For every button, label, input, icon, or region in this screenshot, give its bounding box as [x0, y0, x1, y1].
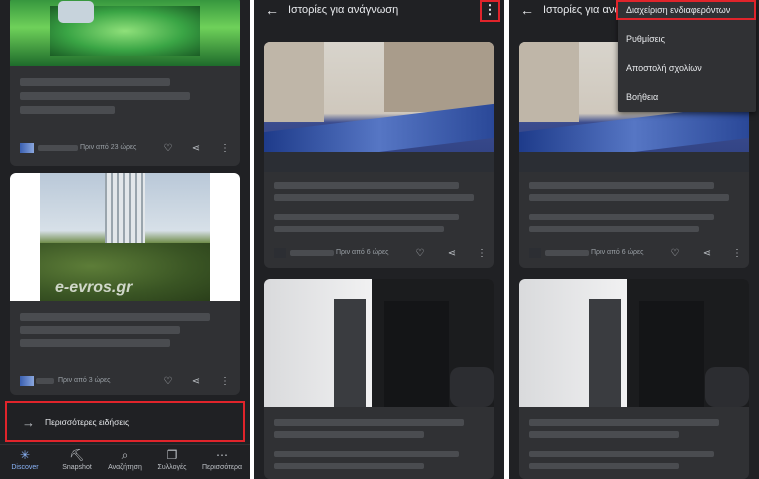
kebab-menu-icon[interactable]: ⋮ — [219, 375, 231, 387]
nav-label: Συλλογές — [157, 464, 187, 471]
nav-discover[interactable]: ✳ Discover — [0, 448, 50, 471]
headline-blur — [20, 78, 170, 86]
source-logo — [20, 376, 34, 386]
headline-blur — [274, 431, 424, 438]
source-name-blur — [290, 250, 334, 256]
heart-icon[interactable]: ♡ — [162, 375, 174, 387]
source-logo — [20, 143, 34, 153]
news-card[interactable]: e-evros.gr Πριν από 3 ώρες ♡ ⋖ ⋮ — [10, 173, 240, 395]
share-icon[interactable]: ⋖ — [190, 375, 202, 387]
news-card[interactable]: Πριν από 23 ώρες ♡ ⋖ ⋮ — [10, 0, 240, 166]
snippet-blur — [529, 226, 699, 232]
more-icon: ⋯ — [216, 448, 228, 462]
source-name-blur — [36, 378, 54, 384]
nav-more[interactable]: ⋯ Περισσότερα — [197, 448, 247, 471]
nav-label: Discover — [11, 464, 39, 471]
snippet-blur — [274, 451, 459, 457]
share-icon[interactable]: ⋖ — [190, 142, 202, 154]
publish-time: Πριν από 23 ώρες — [80, 144, 137, 151]
menu-item-help[interactable]: Βοήθεια — [626, 92, 658, 102]
snippet-blur — [274, 214, 459, 220]
headline-blur — [20, 326, 180, 334]
top-bar: ← Ιστορίες για ανάγνωση ⋮ — [254, 0, 504, 22]
snippet-blur — [274, 226, 444, 232]
highlight-box — [616, 0, 756, 20]
share-icon[interactable]: ⋖ — [701, 247, 713, 259]
stories-panel: ← Ιστορίες για ανάγνωση ⋮ Πριν από 6 ώρε… — [254, 0, 504, 479]
snippet-blur — [529, 451, 714, 457]
source-logo — [274, 248, 286, 258]
menu-item-send-feedback[interactable]: Αποστολή σχολίων — [626, 63, 702, 73]
snippet-blur — [274, 463, 424, 469]
watermark-text: e-evros.gr — [55, 279, 133, 296]
nav-collections[interactable]: ❐ Συλλογές — [147, 448, 197, 471]
news-card-image — [10, 0, 240, 66]
news-card-image: e-evros.gr — [10, 173, 240, 301]
news-card-image — [519, 279, 749, 407]
headline-blur — [274, 419, 464, 426]
snippet-blur — [529, 214, 714, 220]
asterisk-icon: ✳ — [19, 448, 31, 462]
bottom-navigation: ✳ Discover ⛏ Snapshot ⌕ Αναζήτηση ❐ Συλλ… — [0, 444, 250, 479]
nav-label: Περισσότερα — [201, 464, 243, 471]
page-title: Ιστορίες για ανάγ — [543, 4, 627, 16]
menu-item-settings[interactable]: Ρυθμίσεις — [626, 34, 665, 44]
heart-icon[interactable]: ♡ — [414, 247, 426, 259]
kebab-menu-icon[interactable]: ⋮ — [219, 142, 231, 154]
kebab-menu-icon[interactable]: ⋮ — [731, 247, 743, 259]
headline-blur — [20, 106, 115, 114]
heart-icon[interactable]: ♡ — [162, 142, 174, 154]
search-icon: ⌕ — [121, 448, 129, 462]
collections-icon: ❐ — [166, 448, 178, 462]
headline-blur — [529, 182, 714, 189]
headline-blur — [20, 313, 210, 321]
headline-blur — [274, 194, 474, 201]
headline-blur — [20, 92, 190, 100]
highlight-box — [480, 0, 500, 22]
headline-blur — [529, 419, 719, 426]
page-title: Ιστορίες για ανάγνωση — [288, 4, 399, 16]
news-card[interactable] — [264, 279, 494, 479]
source-logo — [529, 248, 541, 258]
heart-icon[interactable]: ♡ — [669, 247, 681, 259]
headline-blur — [529, 431, 679, 438]
kebab-menu-icon[interactable]: ⋮ — [476, 247, 488, 259]
publish-time: Πριν από 6 ώρες — [336, 249, 389, 256]
highlight-box — [5, 401, 245, 442]
source-name-blur — [545, 250, 589, 256]
snippet-blur — [529, 463, 679, 469]
back-arrow-icon[interactable]: ← — [264, 2, 280, 18]
publish-time: Πριν από 3 ώρες — [58, 377, 111, 384]
headline-blur — [529, 194, 729, 201]
nav-search[interactable]: ⌕ Αναζήτηση — [100, 448, 150, 471]
news-card-image — [264, 42, 494, 172]
headline-blur — [20, 339, 170, 347]
discover-feed-panel: Πριν από 23 ώρες ♡ ⋖ ⋮ e-evros.gr Πριν α… — [0, 0, 250, 479]
nav-snapshot[interactable]: ⛏ Snapshot — [52, 448, 102, 471]
nav-label: Snapshot — [62, 464, 92, 471]
news-card[interactable] — [519, 279, 749, 479]
source-name-blur — [38, 145, 78, 151]
publish-time: Πριν από 6 ώρες — [591, 249, 644, 256]
headline-blur — [274, 182, 459, 189]
nav-label: Αναζήτηση — [108, 464, 142, 471]
snapshot-icon: ⛏ — [69, 448, 85, 462]
news-card[interactable]: Πριν από 6 ώρες ♡ ⋖ ⋮ — [264, 42, 494, 268]
back-arrow-icon[interactable]: ← — [519, 2, 535, 18]
share-icon[interactable]: ⋖ — [446, 247, 458, 259]
news-card-image — [264, 279, 494, 407]
